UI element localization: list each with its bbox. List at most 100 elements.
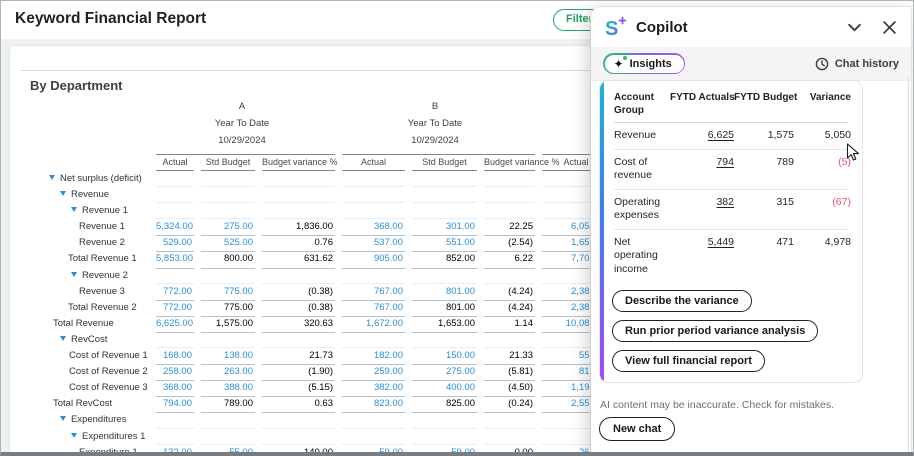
- row-group-label[interactable]: Expenditures 1: [22, 429, 149, 445]
- account-table-row: Revenue6,6251,5755,050: [614, 123, 848, 150]
- value-link[interactable]: 775.00: [201, 284, 255, 301]
- table-row: Expenditures: [22, 412, 622, 428]
- value-link[interactable]: 823.00: [342, 396, 405, 413]
- value-link[interactable]: 905.00: [342, 251, 405, 268]
- row-label[interactable]: Revenue 2: [22, 235, 149, 252]
- value-link[interactable]: 368.00: [342, 219, 405, 236]
- value-link[interactable]: 388.00: [201, 380, 255, 397]
- row-group-label[interactable]: Revenue 2: [22, 268, 149, 284]
- column-group-b-label: B: [335, 98, 535, 115]
- value-link[interactable]: 772.00: [156, 300, 194, 317]
- new-chat-button[interactable]: New chat: [599, 417, 675, 441]
- value-link[interactable]: 275.00: [201, 219, 255, 236]
- value-link[interactable]: 168.00: [156, 348, 194, 365]
- fytd-actuals-cell[interactable]: 6,625: [670, 123, 734, 149]
- row-group-label[interactable]: Revenue 1: [22, 203, 149, 219]
- row-group-label[interactable]: Expenditures: [22, 412, 149, 428]
- suggestion-button[interactable]: View full financial report: [612, 350, 765, 372]
- account-group-cell: Operating expenses: [614, 190, 670, 229]
- value-link[interactable]: 6,625.00: [156, 316, 194, 333]
- value-link[interactable]: 275.00: [412, 364, 477, 381]
- row-group-label[interactable]: Net surplus (deficit): [22, 171, 149, 187]
- copilot-logo-icon: S: [605, 16, 628, 39]
- panel-scrollbar[interactable]: [908, 77, 909, 452]
- value-link[interactable]: 537.00: [342, 235, 405, 252]
- value-cell: [156, 332, 194, 348]
- collapse-triangle-icon[interactable]: [60, 336, 66, 341]
- collapse-triangle-icon[interactable]: [60, 191, 66, 196]
- value-link[interactable]: 400.00: [412, 380, 477, 397]
- value-link[interactable]: 182.00: [342, 348, 405, 365]
- fytd-actuals-cell[interactable]: 382: [670, 190, 734, 229]
- value-link[interactable]: 368.00: [156, 380, 194, 397]
- value-link[interactable]: 772.00: [156, 284, 194, 301]
- value-link[interactable]: 767.00: [342, 300, 405, 317]
- row-label[interactable]: Revenue 3: [22, 284, 149, 301]
- value-link[interactable]: 258.00: [156, 364, 194, 381]
- value-link[interactable]: 263.00: [201, 364, 255, 381]
- value-cell: [201, 187, 255, 203]
- copilot-panel: S Copilot ✦ Insights: [591, 7, 911, 452]
- row-group-label[interactable]: RevCost: [22, 332, 149, 348]
- value-link[interactable]: 767.00: [342, 284, 405, 301]
- fytd-actuals-cell[interactable]: 5,449: [670, 230, 734, 283]
- value-link[interactable]: 551.00: [412, 235, 477, 252]
- value-link[interactable]: 529.00: [156, 235, 194, 252]
- suggestion-button[interactable]: Describe the variance: [612, 290, 752, 312]
- fytd-budget-cell: 315: [734, 190, 794, 229]
- value-link[interactable]: 150.00: [412, 348, 477, 365]
- value-cell: [262, 332, 335, 348]
- col-header-b-actual: Actual: [342, 155, 405, 171]
- value-cell: [156, 171, 194, 187]
- value-link[interactable]: 1,672.00: [342, 316, 405, 333]
- value-link[interactable]: 382.00: [342, 380, 405, 397]
- value-cell: [262, 187, 335, 203]
- collapse-triangle-icon[interactable]: [71, 272, 77, 277]
- column-group-a-period: Year To Date: [149, 115, 335, 132]
- value-link[interactable]: 259.00: [342, 364, 405, 381]
- value-link[interactable]: 5,324.00: [156, 219, 194, 236]
- value-cell: [342, 332, 405, 348]
- value-cell: (5.81): [484, 364, 535, 381]
- header-fytd-actuals: FYTD Actuals: [670, 85, 734, 122]
- close-icon[interactable]: [882, 20, 897, 35]
- value-cell: (4.24): [484, 300, 535, 317]
- page-title: Keyword Financial Report: [15, 10, 206, 28]
- value-link[interactable]: 132.00: [156, 445, 194, 456]
- value-link[interactable]: 801.00: [412, 284, 477, 301]
- fytd-actuals-cell[interactable]: 794: [670, 150, 734, 189]
- value-link[interactable]: 301.00: [412, 219, 477, 236]
- value-link[interactable]: 138.00: [201, 348, 255, 365]
- value-cell: (0.24): [484, 396, 535, 413]
- suggestion-button[interactable]: Run prior period variance analysis: [612, 320, 818, 342]
- collapse-triangle-icon[interactable]: [49, 175, 55, 180]
- row-label[interactable]: Cost of Revenue 1: [22, 348, 149, 365]
- row-label[interactable]: Expenditure 1: [22, 445, 149, 456]
- collapse-triangle-icon[interactable]: [71, 207, 77, 212]
- collapse-triangle-icon[interactable]: [71, 433, 77, 438]
- value-link[interactable]: 794.00: [156, 396, 194, 413]
- value-cell: 0.63: [262, 396, 335, 413]
- value-link[interactable]: 55.00: [201, 445, 255, 456]
- row-label[interactable]: Cost of Revenue 2: [22, 364, 149, 381]
- chevron-down-icon[interactable]: [847, 20, 862, 35]
- value-cell: 21.33: [484, 348, 535, 365]
- chat-history-label: Chat history: [835, 58, 899, 70]
- collapse-triangle-icon[interactable]: [60, 416, 66, 421]
- insights-button[interactable]: ✦ Insights: [603, 53, 685, 74]
- row-label[interactable]: Revenue 1: [22, 219, 149, 236]
- value-cell: [156, 429, 194, 445]
- value-cell: [156, 203, 194, 219]
- value-link[interactable]: 525.00: [201, 235, 255, 252]
- chat-history-button[interactable]: Chat history: [815, 57, 899, 71]
- value-link[interactable]: 5,853.00: [156, 251, 194, 268]
- value-cell: [156, 412, 194, 428]
- ai-disclaimer: AI content may be inaccurate. Check for …: [600, 399, 834, 411]
- value-cell: (2.54): [484, 235, 535, 252]
- value-link[interactable]: 59.00: [412, 445, 477, 456]
- row-group-label[interactable]: Revenue: [22, 187, 149, 203]
- value-cell: [342, 429, 405, 445]
- value-link[interactable]: 59.00: [342, 445, 405, 456]
- value-cell: 22.25: [484, 219, 535, 236]
- row-label[interactable]: Cost of Revenue 3: [22, 380, 149, 397]
